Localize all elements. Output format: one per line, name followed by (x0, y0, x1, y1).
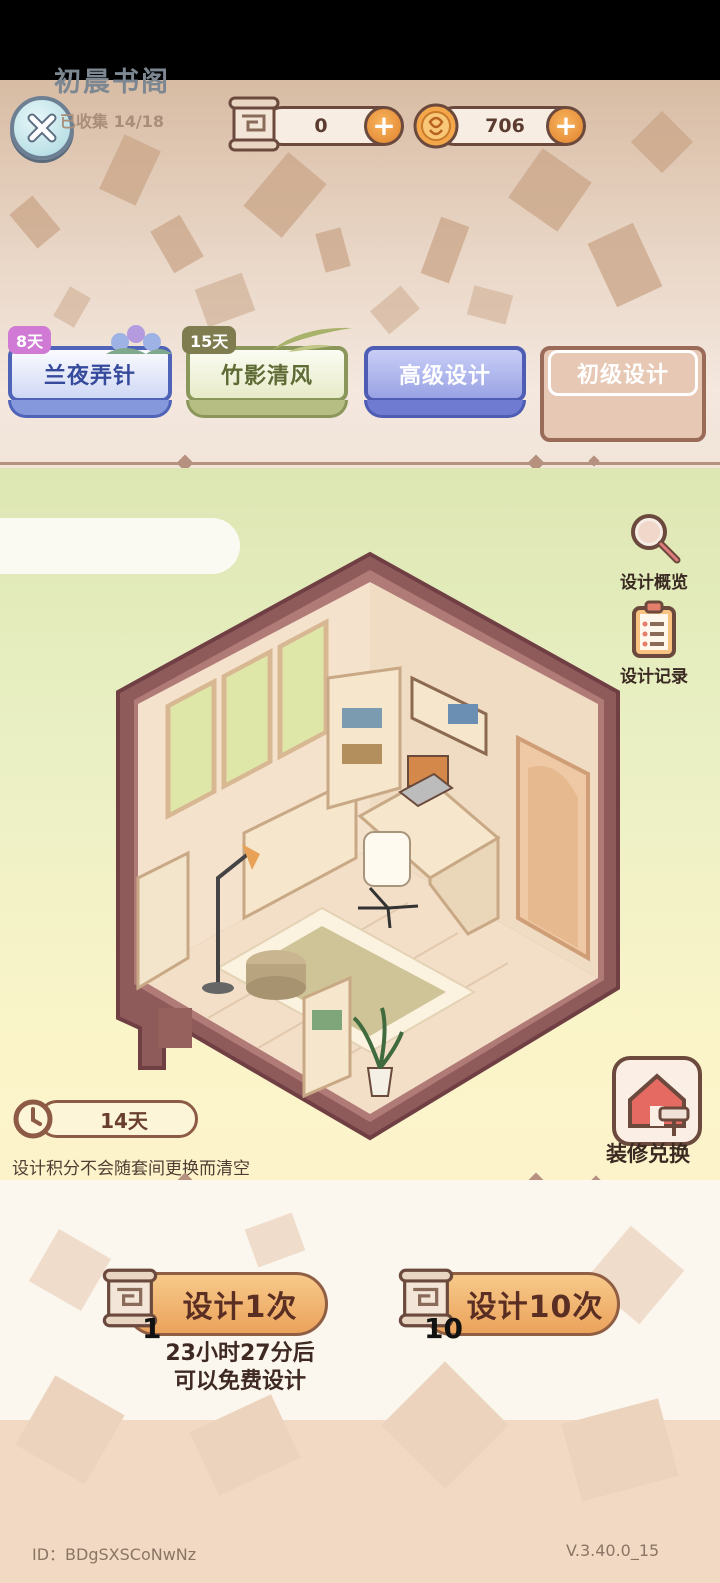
free-draw-countdown: 23小时27分后 可以免费设计 (120, 1340, 360, 1396)
decor-shard (508, 148, 592, 232)
draw-ten-label: 设计10次 (466, 1290, 604, 1325)
design-overview-button[interactable]: 设计概览 (612, 508, 696, 593)
decor-shard (587, 222, 663, 308)
design-record-label: 设计记录 (620, 667, 688, 687)
tab-advanced-design[interactable]: 高级设计 (364, 346, 526, 402)
decor-shard (420, 216, 470, 284)
coin-icon (413, 103, 459, 149)
section-divider (0, 462, 720, 465)
tab-days-badge: 15天 (182, 326, 237, 354)
tab-base (186, 400, 348, 418)
tab-label: 兰夜弄针 (43, 364, 136, 389)
decor-shard (243, 152, 327, 238)
add-coins-button[interactable]: + (546, 106, 586, 146)
timer-pill: 14天 (38, 1100, 198, 1138)
points-notice: 设计积分不会随套间更换而清空 (12, 1159, 250, 1179)
magnifier-icon (631, 514, 681, 564)
app-root: 0 + 706 + 兰夜弄针 8天 竹影清风 15天 高级设计 初级设计 初晨书… (0, 0, 720, 1583)
event-timer: 14天 (12, 1098, 200, 1140)
decor-shard (194, 272, 256, 328)
app-version: V.3.40.0_15 (566, 1541, 660, 1560)
coin-count: 706 (485, 115, 525, 137)
add-tickets-button[interactable]: + (364, 106, 404, 146)
room-illustration[interactable] (108, 548, 630, 1148)
close-icon (27, 113, 57, 143)
decor-shard (370, 285, 420, 335)
collection-progress: 已收集 14/18 (60, 112, 164, 131)
tab-basic-design[interactable]: 初级设计 (548, 350, 698, 396)
design-record-button[interactable]: 设计记录 (612, 600, 696, 687)
tab-label: 竹影清风 (220, 364, 313, 389)
free-draw-line1: 23小时27分后 (165, 1341, 315, 1366)
ticket-count: 0 (314, 115, 328, 137)
scroll-ticket-icon (228, 96, 280, 152)
decorate-exchange-button[interactable] (612, 1056, 702, 1146)
clock-icon (13, 1099, 53, 1139)
draw-panel (0, 1180, 720, 1583)
room-title: 初晨书阁 (54, 67, 170, 98)
decor-shard (150, 214, 204, 274)
decor-shard (53, 286, 91, 328)
timer-text: 14天 (100, 1108, 148, 1133)
tab-base (8, 400, 172, 418)
house-paint-roller-icon (628, 1073, 690, 1136)
draw-once-label: 设计1次 (182, 1290, 298, 1325)
player-id: ID：BDgSXSCoNwNz (32, 1545, 197, 1564)
decor-shard (244, 1212, 306, 1268)
decorate-exchange-label: 装修兑换 (606, 1142, 690, 1166)
decor-shard (315, 227, 351, 273)
tab-label: 高级设计 (398, 364, 491, 389)
draw-ten-cost: 10 (424, 1312, 463, 1345)
design-overview-label: 设计概览 (620, 573, 688, 593)
decor-shard (630, 110, 694, 174)
bamboo-leaf-icon (272, 327, 352, 352)
free-draw-line2: 可以免费设计 (173, 1369, 306, 1394)
tab-base (364, 400, 526, 418)
flower-icon (106, 325, 172, 354)
decor-shard (466, 285, 514, 325)
decor-shard (99, 134, 161, 206)
tab-days-badge: 8天 (8, 326, 52, 354)
tab-label: 初级设计 (576, 363, 669, 388)
clipboard-icon (632, 600, 676, 658)
decor-shard (9, 195, 61, 249)
